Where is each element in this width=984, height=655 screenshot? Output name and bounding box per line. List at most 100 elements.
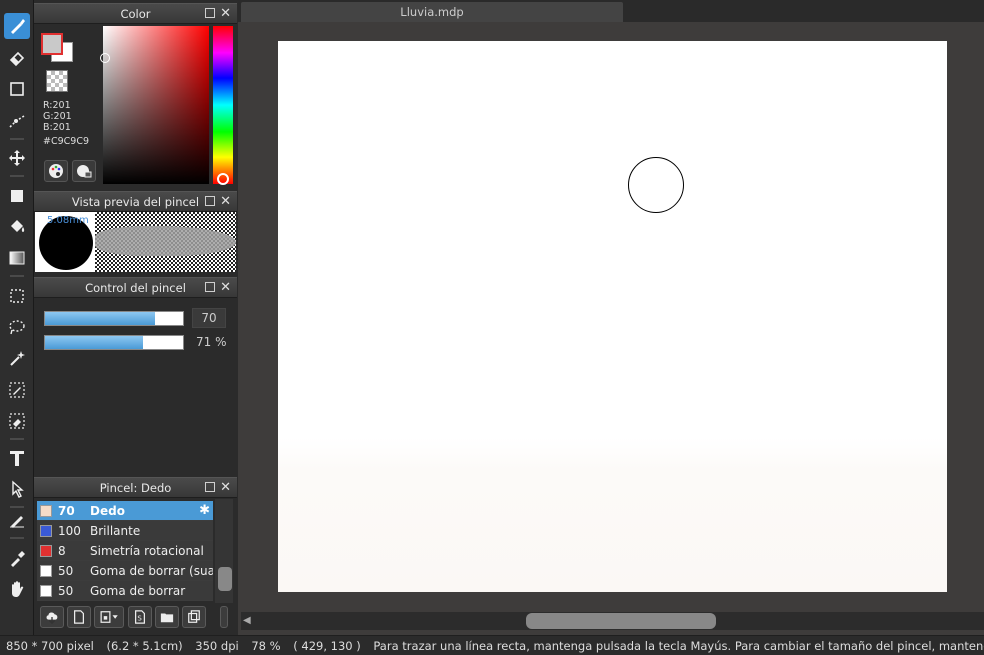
- dot-line-tool-button[interactable]: [4, 108, 30, 134]
- foreground-color-swatch[interactable]: [41, 33, 63, 55]
- hand-icon: [12, 581, 24, 597]
- gradient-icon: [9, 251, 25, 265]
- undock-icon[interactable]: [205, 282, 215, 292]
- brush-opacity-value: 71 %: [196, 335, 227, 349]
- scroll-left-icon[interactable]: ◀: [243, 615, 251, 626]
- lasso-icon: [9, 320, 25, 335]
- brush-tool-button[interactable]: [4, 13, 30, 39]
- color-picker-cursor[interactable]: [100, 53, 110, 63]
- eyedropper-tool-button[interactable]: [4, 545, 30, 571]
- brush-color-swatch: [40, 525, 52, 537]
- palette-settings-icon: [77, 165, 92, 178]
- transparent-color-swatch[interactable]: [46, 70, 68, 92]
- canvas-dpi: 350 dpi: [195, 639, 239, 653]
- brush-item-size: 8: [58, 544, 66, 558]
- pen-icon: [10, 516, 24, 528]
- select-pen-tool-button[interactable]: [4, 377, 30, 403]
- brush-settings-button[interactable]: S: [128, 606, 152, 628]
- brush-control-title: Control del pincel: [85, 281, 186, 295]
- scrollbar-thumb[interactable]: [526, 613, 716, 629]
- lasso-tool-button[interactable]: [4, 314, 30, 340]
- brush-options-icon: [100, 611, 118, 623]
- brush-list-grip[interactable]: [220, 606, 228, 628]
- gradient-tool-button[interactable]: [4, 245, 30, 271]
- brush-stroke-preview: [95, 212, 236, 272]
- bucket-tool-button[interactable]: [4, 214, 30, 240]
- document-tab[interactable]: Lluvia.mdp: [241, 2, 623, 22]
- brush-item-name: Simetría rotacional: [90, 544, 204, 558]
- select-eraser-tool-button[interactable]: [4, 408, 30, 434]
- text-tool-button[interactable]: [4, 445, 30, 471]
- download-brush-button[interactable]: [40, 606, 64, 628]
- gear-icon[interactable]: ✱: [199, 503, 210, 518]
- undock-icon[interactable]: [205, 196, 215, 206]
- move-tool-button[interactable]: [4, 145, 30, 171]
- close-icon[interactable]: ✕: [220, 4, 231, 24]
- pen-tool-button[interactable]: [4, 507, 30, 533]
- brush-list-item[interactable]: 50 Goma de borrar (suave): [37, 561, 213, 581]
- duplicate-icon: [188, 610, 200, 623]
- close-icon[interactable]: ✕: [220, 478, 231, 498]
- toolbar-separator: [10, 175, 24, 177]
- undock-icon[interactable]: [205, 8, 215, 18]
- eraser-tool-button[interactable]: [4, 45, 30, 71]
- operation-tool-button[interactable]: [4, 476, 30, 502]
- document-area: Lluvia.mdp ◀: [238, 0, 984, 635]
- duplicate-brush-button[interactable]: [182, 606, 206, 628]
- close-icon[interactable]: ✕: [220, 278, 231, 298]
- brush-list-header: Pincel: Dedo ✕: [34, 477, 237, 498]
- zoom-level: 78 %: [251, 639, 281, 653]
- brush-size-slider[interactable]: [44, 311, 184, 326]
- toolbar-separator: [10, 138, 24, 140]
- fill-rect-tool-button[interactable]: [4, 183, 30, 209]
- color-panel-title: Color: [120, 7, 151, 21]
- color-g-value: G:201: [43, 111, 72, 122]
- hue-slider-handle[interactable]: [217, 173, 229, 185]
- scrollbar-thumb[interactable]: [218, 567, 232, 591]
- color-palette-button[interactable]: [44, 160, 68, 182]
- brush-list-item[interactable]: 100 Brillante: [37, 521, 213, 541]
- brush-list-item[interactable]: 8 Simetría rotacional: [37, 541, 213, 561]
- new-page-icon: [74, 610, 84, 624]
- brush-item-name: Goma de borrar: [90, 584, 186, 598]
- brush-opacity-slider[interactable]: [44, 335, 184, 350]
- rectangle-tool-button[interactable]: [4, 76, 30, 102]
- stroke-preview-band: [95, 226, 236, 256]
- color-settings-button[interactable]: [72, 160, 96, 182]
- new-brush-button[interactable]: [67, 606, 91, 628]
- select-rect-tool-button[interactable]: [4, 283, 30, 309]
- rectangle-icon: [10, 82, 24, 96]
- hue-slider[interactable]: [213, 26, 233, 184]
- open-brush-folder-button[interactable]: [155, 606, 179, 628]
- select-pen-icon: [9, 382, 25, 398]
- status-hint: Para trazar una línea recta, mantenga pu…: [373, 639, 984, 653]
- color-b-value: B:201: [43, 122, 71, 133]
- magic-wand-tool-button[interactable]: [4, 345, 30, 371]
- horizontal-scrollbar[interactable]: ◀: [241, 612, 984, 630]
- brush-color-swatch: [40, 585, 52, 597]
- brush-list: 70 Dedo ✱ 100 Brillante 8 Simetría rotac…: [37, 501, 213, 601]
- drawing-canvas[interactable]: [278, 41, 947, 592]
- brush-list-item[interactable]: 50 Goma de borrar: [37, 581, 213, 601]
- color-panel-header: Color ✕: [34, 3, 237, 24]
- brush-icon: [11, 19, 25, 34]
- select-rect-icon: [10, 289, 24, 303]
- brush-item-name: Dedo: [90, 504, 125, 518]
- color-r-value: R:201: [43, 100, 71, 111]
- undock-icon[interactable]: [205, 482, 215, 492]
- brush-list-item[interactable]: 70 Dedo ✱: [37, 501, 213, 521]
- side-panels: Color ✕ R:201 G:201 B:201 #C9C9C9 Vista …: [34, 0, 237, 635]
- palette-icon: [49, 164, 63, 178]
- saturation-value-picker[interactable]: [103, 26, 209, 184]
- cloud-download-icon: [46, 612, 58, 624]
- hand-tool-button[interactable]: [4, 576, 30, 602]
- toolbar-separator: [10, 537, 24, 539]
- brush-size-slider-fill: [45, 312, 156, 325]
- bucket-icon: [11, 220, 25, 232]
- brush-size-value[interactable]: 70: [192, 308, 226, 328]
- fill-rect-icon: [11, 190, 23, 202]
- close-icon[interactable]: ✕: [220, 192, 231, 212]
- text-icon: [10, 451, 24, 466]
- brush-list-scrollbar[interactable]: [215, 499, 233, 603]
- brush-menu-button[interactable]: [94, 606, 124, 628]
